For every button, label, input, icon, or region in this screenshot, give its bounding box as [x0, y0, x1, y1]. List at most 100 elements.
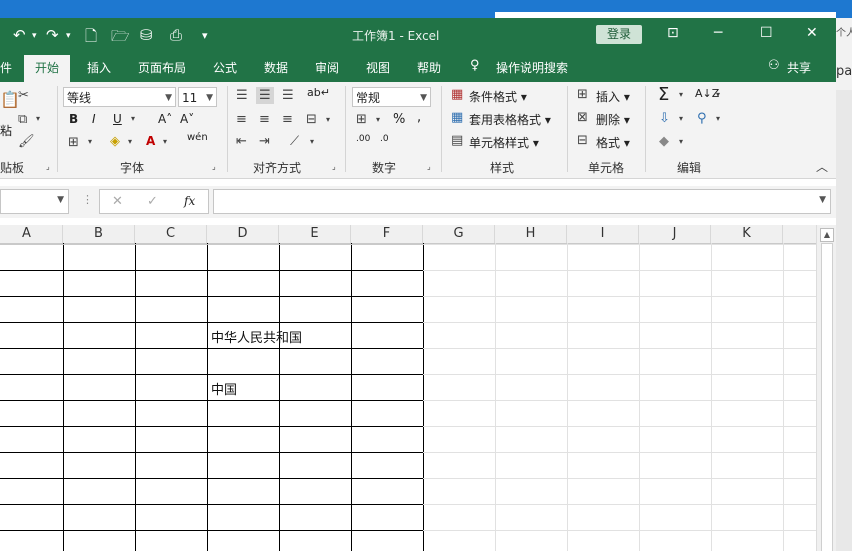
format-cells-button[interactable]: 格式 ▾: [596, 134, 630, 151]
dialog-launcher-icon[interactable]: ⌟: [46, 162, 50, 171]
find-dropdown-icon[interactable]: ▾: [716, 114, 720, 123]
paste-icon[interactable]: 📋: [0, 90, 20, 109]
borders-dropdown-icon[interactable]: ▾: [88, 137, 92, 146]
cell-d4[interactable]: 中华人民共和国: [211, 327, 302, 346]
underline-dropdown-icon[interactable]: ▾: [131, 114, 135, 123]
fill-down-icon[interactable]: ⇩: [659, 111, 670, 126]
borders-icon[interactable]: ⊞: [68, 135, 79, 150]
orientation-dropdown-icon[interactable]: ▾: [310, 137, 314, 146]
comma-style-icon[interactable]: ,: [417, 110, 421, 125]
cancel-icon[interactable]: ✕: [112, 194, 123, 209]
align-center-icon[interactable]: ≡: [259, 112, 270, 127]
redo-dropdown-icon[interactable]: ▾: [66, 31, 71, 41]
expand-formula-bar-icon[interactable]: ▼: [819, 195, 826, 205]
tab-data[interactable]: 数据: [264, 59, 288, 76]
autosum-icon[interactable]: Σ: [658, 84, 669, 105]
sort-filter-dropdown-icon[interactable]: ▾: [716, 90, 720, 99]
align-right-icon[interactable]: ≡: [282, 112, 293, 127]
font-color-dropdown-icon[interactable]: ▾: [163, 137, 167, 146]
percent-style-icon[interactable]: %: [393, 112, 405, 127]
clear-dropdown-icon[interactable]: ▾: [679, 137, 683, 146]
vertical-scrollbar[interactable]: ▲: [816, 225, 836, 551]
bold-button[interactable]: B: [69, 112, 78, 126]
number-format-select[interactable]: 常规 ▼: [352, 87, 431, 107]
open-folder-icon[interactable]: 🗁: [111, 26, 130, 51]
italic-button[interactable]: I: [92, 112, 96, 126]
tab-home[interactable]: 开始: [24, 55, 71, 82]
formula-bar-splitter-icon[interactable]: ⋮: [82, 193, 93, 206]
copy-dropdown-icon[interactable]: ▾: [36, 114, 40, 123]
copy-icon[interactable]: ⧉: [18, 112, 27, 127]
maximize-icon[interactable]: ☐: [760, 25, 773, 41]
undo-dropdown-icon[interactable]: ▾: [32, 31, 37, 41]
save-icon[interactable]: ⛁: [140, 26, 153, 44]
increase-font-icon[interactable]: A˄: [158, 112, 172, 126]
increase-decimal-icon[interactable]: .00: [356, 134, 370, 144]
align-bottom-icon[interactable]: ☰: [282, 88, 294, 103]
format-as-table-button[interactable]: 套用表格格式 ▾: [469, 111, 551, 128]
align-middle-icon[interactable]: ☰: [256, 87, 274, 104]
fill-dropdown-icon[interactable]: ▾: [679, 114, 683, 123]
find-select-icon[interactable]: ⚲: [697, 111, 707, 126]
decrease-decimal-icon[interactable]: .0: [380, 134, 389, 144]
delete-cells-button[interactable]: 删除 ▾: [596, 111, 630, 128]
new-file-icon[interactable]: 🗋: [85, 26, 97, 51]
dialog-launcher-icon[interactable]: ⌟: [332, 162, 336, 171]
tab-page-layout[interactable]: 页面布局: [138, 59, 186, 76]
undo-icon[interactable]: ↶: [13, 26, 26, 44]
insert-cells-button[interactable]: 插入 ▾: [596, 88, 630, 105]
tab-insert[interactable]: 插入: [87, 59, 111, 76]
tab-help[interactable]: 帮助: [417, 59, 441, 76]
wrap-text-icon[interactable]: ab↵: [307, 86, 330, 99]
minimize-icon[interactable]: ─: [714, 25, 722, 41]
increase-indent-icon[interactable]: ⇥: [259, 134, 270, 149]
decrease-indent-icon[interactable]: ⇤: [236, 134, 247, 149]
dialog-launcher-icon[interactable]: ⌟: [427, 162, 431, 171]
scroll-up-icon[interactable]: ▲: [820, 228, 834, 242]
enter-icon[interactable]: ✓: [147, 194, 158, 209]
fill-color-icon[interactable]: ◈: [110, 134, 120, 149]
insert-function-icon[interactable]: fx: [184, 194, 195, 208]
clipboard-group-label: 贴板: [0, 161, 25, 175]
spreadsheet-grid[interactable]: ABCDEFGHIJK 中华人民共和国 中国: [0, 225, 816, 551]
cut-icon[interactable]: ✂: [18, 88, 29, 103]
format-painter-icon[interactable]: 🖌: [18, 134, 35, 149]
merge-center-icon[interactable]: ⊟: [306, 112, 317, 127]
cell-d6[interactable]: 中国: [211, 379, 237, 398]
autosum-dropdown-icon[interactable]: ▾: [679, 90, 683, 99]
redo-icon[interactable]: ↷: [46, 26, 59, 44]
tab-formulas[interactable]: 公式: [213, 59, 237, 76]
font-color-icon[interactable]: A: [146, 134, 155, 148]
paste-button[interactable]: 粘: [0, 122, 12, 139]
formula-input[interactable]: ▼: [213, 189, 831, 214]
collapse-ribbon-icon[interactable]: ︿: [816, 158, 828, 175]
merge-dropdown-icon[interactable]: ▾: [326, 115, 330, 124]
align-top-icon[interactable]: ☰: [236, 88, 248, 103]
share-button[interactable]: 共享: [787, 59, 811, 76]
align-left-icon[interactable]: ≡: [236, 112, 247, 127]
clear-icon[interactable]: ◆: [659, 134, 669, 149]
tell-me-search[interactable]: 操作说明搜索: [496, 59, 568, 76]
decrease-font-icon[interactable]: A˅: [180, 112, 194, 126]
tab-review[interactable]: 审阅: [315, 59, 339, 76]
tab-file[interactable]: 件: [0, 59, 12, 76]
scroll-thumb[interactable]: [821, 243, 833, 551]
font-size-select[interactable]: 11 ▼: [178, 87, 217, 107]
font-name-select[interactable]: 等线 ▼: [63, 87, 176, 107]
phonetic-guide-icon[interactable]: wén: [187, 132, 208, 143]
ribbon-display-options-icon[interactable]: ⊡: [667, 25, 679, 41]
underline-button[interactable]: U: [113, 112, 122, 126]
tab-view[interactable]: 视图: [366, 59, 390, 76]
conditional-formatting-button[interactable]: 条件格式 ▾: [469, 88, 527, 105]
dialog-launcher-icon[interactable]: ⌟: [212, 162, 216, 171]
accounting-format-icon[interactable]: ⊞: [356, 112, 367, 127]
print-preview-icon[interactable]: ⎙: [170, 26, 182, 44]
close-icon[interactable]: ✕: [806, 25, 818, 41]
name-box[interactable]: ▼: [0, 189, 69, 214]
customize-quick-access-icon[interactable]: ▾: [202, 29, 208, 42]
cell-styles-button[interactable]: 单元格样式 ▾: [469, 134, 539, 151]
accounting-dropdown-icon[interactable]: ▾: [376, 115, 380, 124]
login-button[interactable]: 登录: [596, 25, 642, 44]
fill-color-dropdown-icon[interactable]: ▾: [128, 137, 132, 146]
orientation-icon[interactable]: ⟋: [290, 134, 299, 149]
